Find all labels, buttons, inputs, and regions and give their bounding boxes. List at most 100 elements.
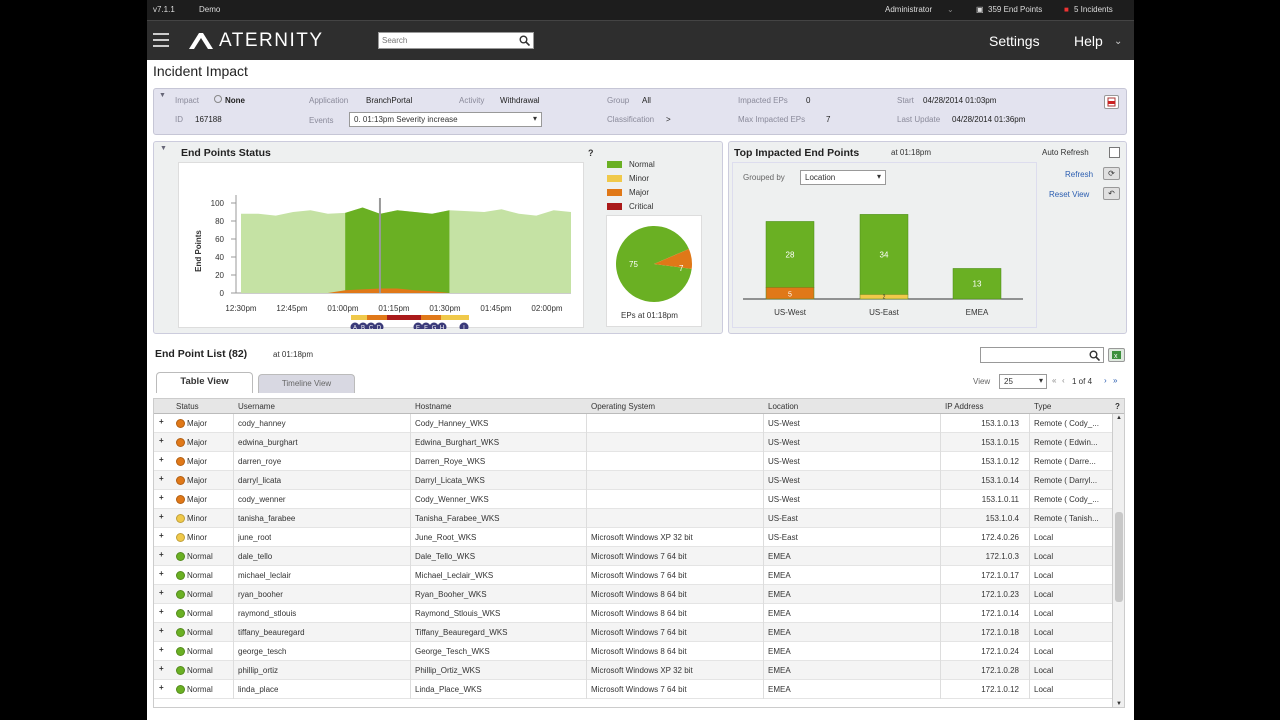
cell-hostname: Tiffany_Beauregard_WKS — [415, 628, 508, 637]
col-os[interactable]: Operating System — [591, 402, 655, 411]
expand-row-icon[interactable]: + — [159, 455, 164, 464]
table-scrollbar[interactable]: ▲ ▼ — [1112, 414, 1124, 707]
user-menu[interactable]: Administrator — [885, 5, 932, 14]
column-divider — [233, 547, 234, 566]
cell-location: US-West — [768, 419, 800, 428]
reset-view-icon[interactable]: ↶ — [1103, 187, 1120, 200]
column-divider — [940, 528, 941, 547]
expand-row-icon[interactable]: + — [159, 588, 164, 597]
cell-os: Microsoft Windows 7 64 bit — [591, 571, 687, 580]
expand-row-icon[interactable]: + — [159, 683, 164, 692]
menu-icon[interactable] — [153, 33, 169, 47]
expand-row-icon[interactable]: + — [159, 607, 164, 616]
column-divider — [586, 623, 587, 642]
help-icon[interactable]: ? — [588, 148, 594, 158]
status-icon — [176, 514, 185, 523]
excel-export-icon[interactable]: x — [1108, 348, 1125, 362]
prev-page-icon[interactable]: ‹ — [1062, 376, 1065, 385]
status-icon — [176, 647, 185, 656]
page-size-select[interactable]: 25 ▾ — [999, 374, 1047, 389]
last-page-icon[interactable]: » — [1113, 376, 1117, 385]
reset-view-link[interactable]: Reset View — [1049, 190, 1089, 199]
table-row[interactable]: + Normal raymond_stlouis Raymond_Stlouis_WK… — [154, 604, 1112, 623]
expand-row-icon[interactable]: + — [159, 493, 164, 502]
column-divider — [763, 623, 764, 642]
table-row[interactable]: + Major darryl_licata Darryl_Licata_WKS US-W… — [154, 471, 1112, 490]
chevron-down-icon: ▾ — [532, 114, 537, 123]
col-location[interactable]: Location — [768, 402, 798, 411]
search-icon[interactable] — [1089, 350, 1100, 361]
table-row[interactable]: + Normal dale_tello Dale_Tello_WKS Microsoft… — [154, 547, 1112, 566]
x-tick-label: 12:30pm — [225, 304, 256, 313]
scroll-down-icon[interactable]: ▼ — [1116, 701, 1122, 707]
auto-refresh-checkbox[interactable] — [1109, 147, 1120, 158]
scrollbar-thumb[interactable] — [1115, 512, 1123, 602]
table-row[interactable]: + Normal tiffany_beauregard Tiffany_Beaureg… — [154, 623, 1112, 642]
chevron-down-icon[interactable]: ⌄ — [1114, 36, 1122, 47]
column-divider — [763, 414, 764, 433]
bar-chart: 28 5 US-West 34 2 US-East 13 EMEA — [743, 214, 1023, 317]
classification-link[interactable]: > — [666, 115, 671, 124]
help-icon[interactable]: ? — [1115, 402, 1120, 411]
tab-timeline-view[interactable]: Timeline View — [258, 374, 355, 393]
cell-type: Remote ( Cody_... — [1034, 495, 1099, 504]
expand-row-icon[interactable]: + — [159, 569, 164, 578]
table-row[interactable]: + Normal michael_leclair Michael_Leclair_WK… — [154, 566, 1112, 585]
help-link[interactable]: Help — [1074, 33, 1103, 49]
expand-row-icon[interactable]: + — [159, 417, 164, 426]
tab-table-view[interactable]: Table View — [156, 372, 253, 393]
refresh-icon[interactable]: ⟳ — [1103, 167, 1120, 180]
table-row[interactable]: + Major darren_roye Darren_Roye_WKS US-West 1… — [154, 452, 1112, 471]
col-hostname[interactable]: Hostname — [415, 402, 451, 411]
cell-location: EMEA — [768, 647, 791, 656]
list-search-box[interactable] — [980, 347, 1104, 363]
col-username[interactable]: Username — [238, 402, 275, 411]
pdf-export-icon[interactable] — [1104, 95, 1119, 109]
table-row[interactable]: + Normal ryan_booher Ryan_Booher_WKS Microso… — [154, 585, 1112, 604]
status-icon — [176, 685, 185, 694]
expand-row-icon[interactable]: + — [159, 531, 164, 540]
expand-row-icon[interactable]: + — [159, 512, 164, 521]
scroll-up-icon[interactable]: ▲ — [1116, 415, 1122, 421]
table-row[interactable]: + Major cody_wenner Cody_Wenner_WKS US-West 1… — [154, 490, 1112, 509]
cell-location: EMEA — [768, 571, 791, 580]
table-row[interactable]: + Minor june_root June_Root_WKS Microsoft Wi… — [154, 528, 1112, 547]
search-icon[interactable] — [519, 35, 530, 46]
col-status[interactable]: Status — [176, 402, 199, 411]
expand-row-icon[interactable]: + — [159, 626, 164, 635]
column-divider — [940, 566, 941, 585]
table-row[interactable]: + Major edwina_burghart Edwina_Burghart_WKS… — [154, 433, 1112, 452]
col-ip[interactable]: IP Address — [945, 402, 984, 411]
column-divider — [586, 452, 587, 471]
column-divider — [586, 433, 587, 452]
first-page-icon[interactable]: « — [1052, 376, 1056, 385]
table-row[interactable]: + Normal phillip_ortiz Phillip_Ortiz_WKS Mic… — [154, 661, 1112, 680]
expand-row-icon[interactable]: + — [159, 550, 164, 559]
table-row[interactable]: + Normal linda_place Linda_Place_WKS Microso… — [154, 680, 1112, 699]
column-divider — [233, 566, 234, 585]
column-divider — [233, 433, 234, 452]
collapse-icon[interactable]: ▼ — [159, 92, 166, 99]
cell-os: Microsoft Windows XP 32 bit — [591, 533, 693, 542]
next-page-icon[interactable]: › — [1104, 376, 1107, 385]
refresh-link[interactable]: Refresh — [1065, 170, 1093, 179]
expand-row-icon[interactable]: + — [159, 436, 164, 445]
severity-band — [367, 315, 387, 320]
expand-row-icon[interactable]: + — [159, 664, 164, 673]
search-input[interactable] — [379, 33, 509, 48]
expand-row-icon[interactable]: + — [159, 474, 164, 483]
events-select[interactable]: 0. 01:13pm Severity increase ▾ — [349, 112, 542, 127]
settings-link[interactable]: Settings — [989, 33, 1040, 49]
top-status-strip: v7.1.1 Demo Administrator ⌄ ▣ 359 End Po… — [147, 0, 1134, 20]
expand-row-icon[interactable]: + — [159, 645, 164, 654]
incidents-count[interactable]: 5 Incidents — [1074, 5, 1113, 14]
search-box[interactable] — [378, 32, 534, 49]
table-row[interactable]: + Minor tanisha_farabee Tanisha_Farabee_WKS… — [154, 509, 1112, 528]
endpoints-count[interactable]: 359 End Points — [988, 5, 1042, 14]
x-tick-label: 01:45pm — [480, 304, 511, 313]
table-row[interactable]: + Major cody_hanney Cody_Hanney_WKS US-West 1… — [154, 414, 1112, 433]
table-row[interactable]: + Normal george_tesch George_Tesch_WKS Micro… — [154, 642, 1112, 661]
status-icon — [176, 628, 185, 637]
collapse-icon[interactable]: ▼ — [160, 145, 167, 152]
col-type[interactable]: Type — [1034, 402, 1051, 411]
